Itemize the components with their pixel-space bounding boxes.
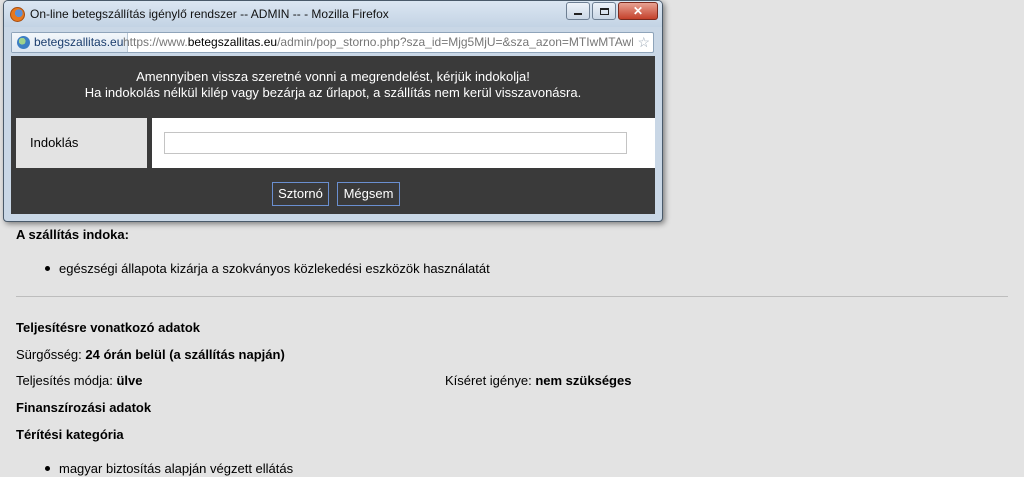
reason-input[interactable] <box>164 132 627 154</box>
close-icon: ✕ <box>632 4 644 18</box>
bookmark-star-icon[interactable]: ☆ <box>637 34 650 51</box>
bullet-icon <box>45 266 50 271</box>
close-button[interactable]: ✕ <box>618 2 658 20</box>
reason-field-cell <box>152 118 655 168</box>
storno-message-line-1: Amennyiben vissza szeretné vonni a megre… <box>136 69 530 84</box>
site-identity-badge[interactable]: betegszallitas.eu <box>12 33 129 52</box>
storno-message-line-2: Ha indokolás nélkül kilép vagy bezárja a… <box>84 85 582 100</box>
fee-category-item: magyar biztosítás alapján végzett ellátá… <box>59 461 294 476</box>
fee-category-heading: Térítési kategória <box>16 427 124 442</box>
maximize-icon <box>599 7 609 15</box>
urgency-label: Sürgősség: <box>16 347 82 362</box>
title-bar[interactable]: On-line betegszállítás igénylő rendszer … <box>4 1 662 27</box>
bullet-icon <box>45 466 50 471</box>
urgency-value: 24 órán belül (a szállítás napján) <box>85 347 285 362</box>
mode-label: Teljesítés módja: <box>16 373 113 388</box>
minimize-icon <box>574 13 582 15</box>
transport-reason-heading: A szállítás indoka: <box>16 227 129 242</box>
urgency-row: Sürgősség: 24 órán belül (a szállítás na… <box>16 347 285 362</box>
fulfillment-heading: Teljesítésre vonatkozó adatok <box>16 320 200 335</box>
url-text[interactable]: https://www.betegszallitas.eu/admin/pop_… <box>123 33 633 52</box>
url-prefix: https://www. <box>123 35 188 49</box>
window-title: On-line betegszállítás igénylő rendszer … <box>30 7 389 21</box>
storno-button[interactable]: Sztornó <box>272 182 329 206</box>
section-divider <box>16 296 1008 297</box>
reason-label: Indoklás <box>16 118 147 168</box>
globe-icon <box>17 36 30 49</box>
storno-dialog: Amennyiben vissza szeretné vonni a megre… <box>11 56 655 214</box>
escort-label: Kíséret igénye: <box>445 373 532 388</box>
mode-row: Teljesítés módja: ülve <box>16 373 142 388</box>
site-identity-label: betegszallitas.eu <box>34 35 124 49</box>
storno-popup-window: On-line betegszállítás igénylő rendszer … <box>3 0 663 222</box>
firefox-icon <box>10 7 25 22</box>
url-host: betegszallitas.eu <box>187 35 278 49</box>
escort-row: Kíséret igénye: nem szükséges <box>445 373 631 388</box>
minimize-button[interactable] <box>566 2 590 20</box>
escort-value: nem szükséges <box>535 373 632 388</box>
url-path: /admin/pop_storno.php?sza_id=Mjg5MjU=&sz… <box>277 35 633 49</box>
transport-reason-item: egészségi állapota kizárja a szokványos … <box>59 261 490 276</box>
maximize-button[interactable] <box>592 2 616 20</box>
financing-heading: Finanszírozási adatok <box>16 400 152 415</box>
cancel-button[interactable]: Mégsem <box>337 182 400 206</box>
url-bar[interactable]: betegszallitas.eu https://www.betegszall… <box>11 32 654 53</box>
mode-value: ülve <box>116 373 143 388</box>
